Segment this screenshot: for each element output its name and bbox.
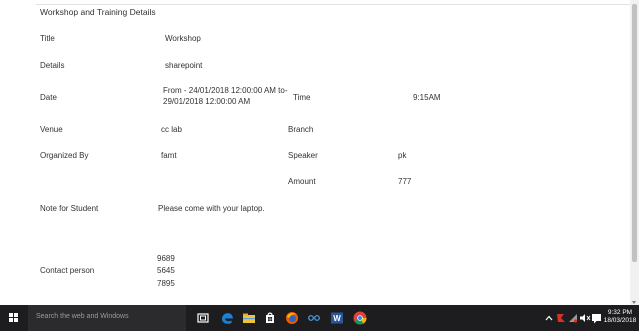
date-value-line2: 29/01/2018 12:00:00 AM bbox=[163, 97, 251, 106]
antivirus-icon[interactable] bbox=[555, 311, 567, 325]
section-title: Workshop and Training Details bbox=[40, 7, 156, 17]
organized-by-label: Organized By bbox=[40, 151, 89, 160]
contact-number: 7895 bbox=[157, 279, 175, 288]
date-value-line1: From - 24/01/2018 12:00:00 AM to- bbox=[163, 86, 288, 95]
venue-label: Venue bbox=[40, 125, 63, 134]
notification-icon[interactable] bbox=[591, 311, 602, 325]
details-label: Details bbox=[40, 61, 65, 70]
speaker-value: pk bbox=[398, 151, 407, 160]
chat-icon[interactable] bbox=[306, 310, 322, 326]
word-icon[interactable]: W bbox=[329, 310, 345, 326]
contact-number: 5645 bbox=[157, 266, 175, 275]
workshop-details-page: Workshop and Training Details Title Work… bbox=[0, 0, 630, 305]
taskbar-clock[interactable]: 9:32 PM 18/03/2018 bbox=[603, 309, 637, 325]
top-divider bbox=[36, 4, 630, 5]
taskbar-search-box[interactable]: Search the web and Windows bbox=[28, 305, 186, 331]
scrollbar-thumb[interactable] bbox=[632, 4, 637, 262]
organized-by-value: famt bbox=[161, 151, 177, 160]
edge-icon[interactable] bbox=[219, 310, 235, 326]
start-button[interactable] bbox=[0, 305, 28, 331]
firefox-icon[interactable] bbox=[284, 310, 300, 326]
amount-label: Amount bbox=[288, 177, 316, 186]
chrome-icon[interactable] bbox=[352, 310, 368, 326]
amount-value: 777 bbox=[398, 177, 412, 186]
volume-icon[interactable] bbox=[579, 311, 591, 325]
windows-logo-icon bbox=[9, 313, 19, 323]
note-label: Note for Student bbox=[40, 204, 99, 213]
time-value: 9:15AM bbox=[413, 93, 441, 102]
contact-number: 9689 bbox=[157, 254, 175, 263]
chevron-up-icon[interactable] bbox=[544, 311, 554, 325]
branch-label: Branch bbox=[288, 125, 314, 134]
windows-taskbar: Search the web and Windows W 9:32 PM 18/… bbox=[0, 305, 639, 331]
venue-value: cc lab bbox=[161, 125, 182, 134]
contact-person-label: Contact person bbox=[40, 266, 95, 275]
clock-time: 9:32 PM bbox=[607, 309, 633, 316]
title-label: Title bbox=[40, 34, 55, 43]
store-icon[interactable] bbox=[262, 310, 278, 326]
date-label: Date bbox=[40, 93, 57, 102]
speaker-label: Speaker bbox=[288, 151, 318, 160]
task-view-icon[interactable] bbox=[195, 310, 211, 326]
file-explorer-icon[interactable] bbox=[241, 310, 257, 326]
time-label: Time bbox=[293, 93, 311, 102]
svg-text:W: W bbox=[333, 314, 341, 323]
title-value: Workshop bbox=[165, 34, 201, 43]
note-value: Please come with your laptop. bbox=[158, 204, 265, 213]
network-icon[interactable] bbox=[568, 311, 578, 325]
vertical-scrollbar[interactable] bbox=[630, 0, 639, 305]
clock-date: 18/03/2018 bbox=[603, 317, 637, 324]
details-value: sharepoint bbox=[165, 61, 203, 70]
search-placeholder: Search the web and Windows bbox=[36, 313, 129, 320]
scroll-down-arrow-icon[interactable] bbox=[632, 301, 636, 304]
